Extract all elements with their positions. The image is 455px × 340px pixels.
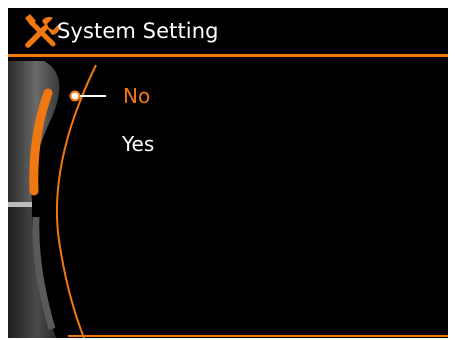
selector-dial: [8, 61, 448, 338]
header-bar: System Setting: [8, 8, 448, 54]
selection-marker-icon: [69, 90, 81, 102]
page-title: System Setting: [57, 19, 219, 43]
option-no[interactable]: No: [123, 84, 150, 108]
dial-divider: [8, 202, 32, 207]
settings-screen: System Setting No Yes: [8, 8, 448, 338]
option-yes[interactable]: Yes: [122, 132, 154, 156]
tools-icon: [25, 14, 60, 48]
selection-arc: [55, 64, 97, 338]
